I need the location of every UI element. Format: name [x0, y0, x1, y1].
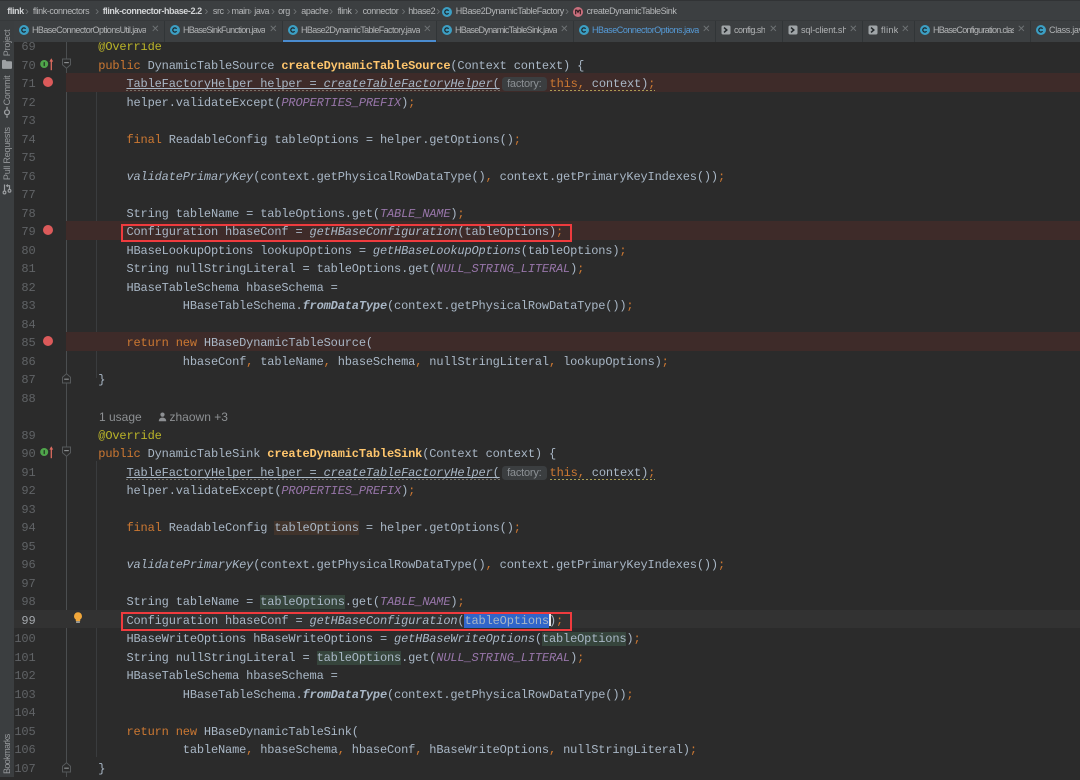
svg-text:Pull Requests: Pull Requests	[2, 126, 12, 180]
svg-text:Project: Project	[2, 29, 12, 56]
svg-text:Commit: Commit	[2, 75, 12, 105]
svg-text:Bookmarks: Bookmarks	[2, 733, 12, 774]
